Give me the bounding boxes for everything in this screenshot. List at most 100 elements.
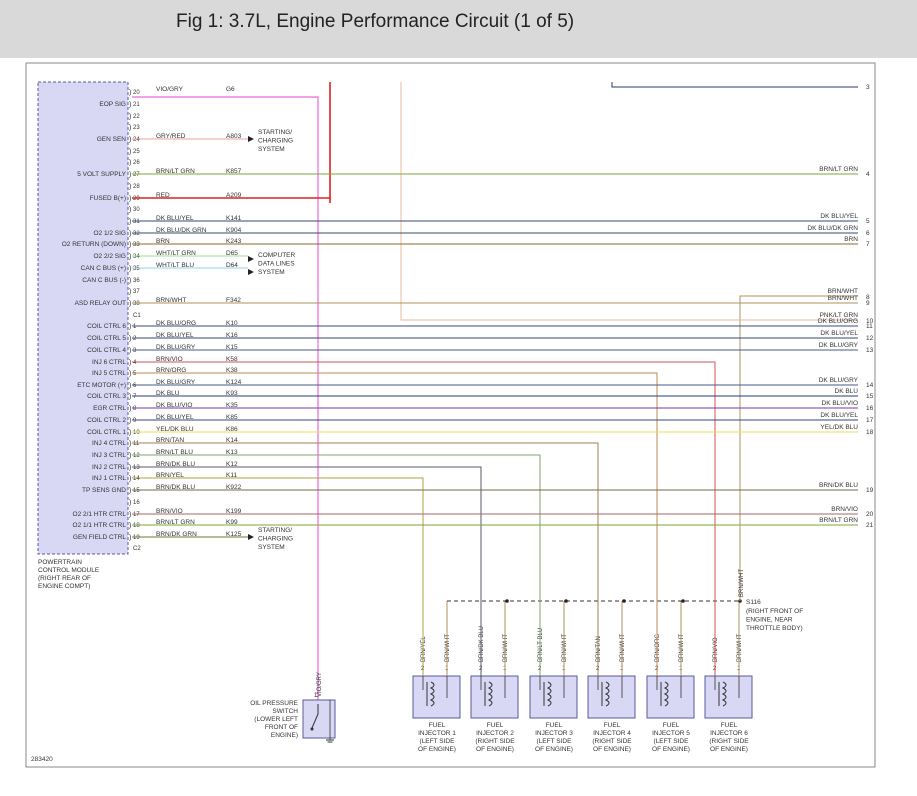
connector-pin-icon: ) bbox=[129, 360, 131, 367]
connector-pin-icon: ) bbox=[129, 254, 131, 261]
fuel-injector-2 bbox=[470, 675, 519, 719]
wire-end-label: DK BLU/YEL bbox=[820, 330, 858, 337]
connector-pin-icon: ) bbox=[129, 114, 131, 121]
destination-label: COMPUTER bbox=[258, 252, 296, 259]
pcm-pin-number: 29 bbox=[133, 196, 140, 202]
splice-node bbox=[622, 599, 626, 603]
injector-pwr-wire-label: BRN/WHT bbox=[679, 634, 685, 662]
pcm-pin-function: ASD RELAY OUT bbox=[75, 300, 126, 307]
connector-pin-icon: ) bbox=[129, 371, 131, 378]
connector-pin-icon: ) bbox=[129, 476, 131, 483]
splice-node bbox=[505, 599, 509, 603]
injector-name: (LEFT SIDE bbox=[654, 738, 690, 745]
injector-name: OF ENGINE) bbox=[476, 746, 514, 753]
wire-13 bbox=[132, 466, 482, 676]
injector-name: OF ENGINE) bbox=[593, 746, 631, 753]
pcm-pin-function: COIL CTRL 1 bbox=[87, 429, 126, 436]
pcm-pin-number: 30 bbox=[133, 207, 140, 213]
pcm-pin-function: COIL CTRL 6 bbox=[87, 323, 126, 330]
wire-end-number: 17 bbox=[866, 417, 874, 424]
pcm-pin-number: 1 bbox=[133, 324, 137, 330]
injector-name: OF ENGINE) bbox=[652, 746, 690, 753]
pcm-module-box bbox=[37, 81, 129, 555]
destination-label: DATA LINES bbox=[258, 261, 295, 268]
wire-10 bbox=[400, 82, 858, 321]
injector-name: INJECTOR 1 bbox=[418, 730, 456, 737]
pcm-pin-number: 9 bbox=[133, 418, 137, 424]
pcm-pin-number: 17 bbox=[133, 512, 140, 518]
pcm-pin-number: 16 bbox=[133, 500, 140, 506]
injector-ctrl-wire-label: BRN/DK BLU bbox=[479, 626, 485, 662]
pcm-pin-number: 31 bbox=[133, 219, 140, 225]
wire-end-number: 13 bbox=[866, 347, 874, 354]
pcm-pin-number: 23 bbox=[133, 125, 140, 131]
injector-ctrl-wire-label: BRN/VIO bbox=[713, 637, 719, 662]
connector-pin-icon: ) bbox=[129, 488, 131, 495]
pcm-pin-function: EOP SIG bbox=[99, 101, 126, 108]
pcm-pin-function: INJ 1 CTRL bbox=[92, 475, 126, 482]
connector-pin-icon: ) bbox=[129, 125, 131, 132]
splice-description: (RIGHT FRONT OF bbox=[746, 608, 803, 615]
pcm-pin-number: 19 bbox=[133, 535, 140, 541]
pcm-pin-function: INJ 5 CTRL bbox=[92, 370, 126, 377]
injector-name: OF ENGINE) bbox=[535, 746, 573, 753]
pcm-pin-function: O2 2/2 SIG bbox=[93, 253, 126, 260]
wire-end-label: BRN/LT GRN bbox=[819, 166, 858, 173]
pcm-pin-number: 26 bbox=[133, 160, 140, 166]
pcm-pin-function: GEN FIELD CTRL bbox=[73, 534, 126, 541]
injector-name: (LEFT SIDE bbox=[420, 738, 456, 745]
pcm-pin-function: COIL CTRL 4 bbox=[87, 347, 126, 354]
wire-end-label: YEL/DK BLU bbox=[820, 424, 858, 431]
injector-name: INJECTOR 6 bbox=[710, 730, 748, 737]
connector-pin-icon: ) bbox=[129, 231, 131, 238]
connector-pin-icon: ) bbox=[129, 535, 131, 542]
connector-pin-icon: ) bbox=[129, 137, 131, 144]
wire-color-label: VIO/GRY bbox=[156, 86, 184, 93]
wire-end-number: 15 bbox=[866, 393, 874, 400]
wire-20 bbox=[132, 96, 319, 700]
connector-pin-icon: ) bbox=[129, 184, 131, 191]
pcm-pin-number: 6 bbox=[133, 383, 137, 389]
injector-name: INJECTOR 4 bbox=[593, 730, 631, 737]
pcm-pin-number: 28 bbox=[133, 184, 140, 190]
injector-name: (RIGHT SIDE bbox=[592, 738, 632, 745]
injector-name: (LEFT SIDE bbox=[537, 738, 573, 745]
pcm-label: (RIGHT REAR OF bbox=[38, 575, 91, 582]
pcm-pin-number: 10 bbox=[133, 430, 140, 436]
injector-name: FUEL bbox=[604, 722, 621, 729]
connector-pin-icon: ) bbox=[129, 219, 131, 226]
wire-end-number: 20 bbox=[866, 511, 874, 518]
pcm-pin-number: 33 bbox=[133, 242, 140, 248]
connector-pin-icon: ) bbox=[129, 336, 131, 343]
connector-pin-icon: ) bbox=[129, 289, 131, 296]
connector-pin-icon: ) bbox=[129, 196, 131, 203]
wire-3 bbox=[611, 82, 858, 88]
injector-pwr-wire-label: BRN/WHT bbox=[503, 634, 509, 662]
pcm-pin-function: COIL CTRL 5 bbox=[87, 335, 126, 342]
fuel-injector-3 bbox=[529, 675, 578, 719]
injector-name: INJECTOR 3 bbox=[535, 730, 573, 737]
splice-node bbox=[564, 599, 568, 603]
splice-node bbox=[681, 599, 685, 603]
pcm-label: POWERTRAIN bbox=[38, 559, 82, 566]
pcm-pin-function: O2 1/2 SIG bbox=[93, 230, 126, 237]
connector-pin-icon: ) bbox=[129, 160, 131, 167]
wiring-diagram: 283420POWERTRAINCONTROL MODULE(RIGHT REA… bbox=[25, 62, 876, 768]
oil-switch-wire-label: VIO/GRY bbox=[317, 672, 323, 697]
wire-end-number: 18 bbox=[866, 429, 874, 436]
pcm-pin-number: 3 bbox=[133, 348, 137, 354]
connector-pin-icon: ) bbox=[129, 207, 131, 214]
pcm-pin-number: 21 bbox=[133, 102, 140, 108]
wire-end-label: BRN/LT GRN bbox=[819, 517, 858, 524]
pcm-pin-number: 5 bbox=[133, 371, 137, 377]
connector-pin-icon: ) bbox=[129, 149, 131, 156]
starting-charging-arrow-icon bbox=[248, 136, 254, 142]
pcm-pin-function: INJ 4 CTRL bbox=[92, 440, 126, 447]
pcm-pin-number: 4 bbox=[133, 360, 137, 366]
injector-ctrl-wire-label: BRN/YEL bbox=[421, 636, 427, 662]
wire-end-number: 4 bbox=[866, 171, 870, 178]
wire-end-label: DK BLU/GRY bbox=[819, 342, 859, 349]
injector-name: FUEL bbox=[663, 722, 680, 729]
pcm-pin-number: 34 bbox=[133, 254, 140, 260]
pcm-pin-function: EGR CTRL bbox=[93, 405, 126, 412]
